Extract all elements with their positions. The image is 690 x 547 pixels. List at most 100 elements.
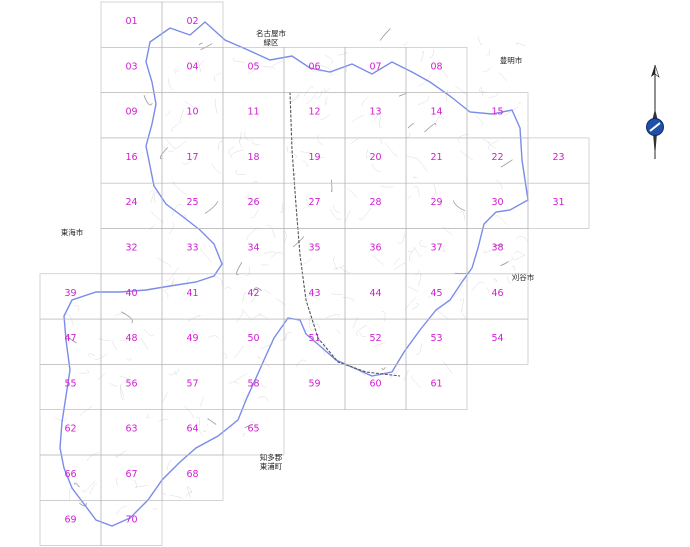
tile-number-49[interactable]: 49 — [186, 333, 198, 344]
tile-number-27[interactable]: 27 — [308, 197, 320, 208]
road-segment — [202, 430, 207, 432]
tile-number-14[interactable]: 14 — [430, 107, 442, 118]
tile-number-05[interactable]: 05 — [247, 61, 259, 72]
tile-number-43[interactable]: 43 — [308, 288, 320, 299]
road-segment — [235, 169, 246, 175]
tile-number-60[interactable]: 60 — [369, 378, 381, 389]
tile-number-15[interactable]: 15 — [491, 107, 503, 118]
tile-number-61[interactable]: 61 — [430, 378, 442, 389]
road-segment — [242, 292, 246, 303]
tile-number-26[interactable]: 26 — [247, 197, 259, 208]
road-segment — [121, 311, 133, 324]
label-tokai: 東海市 — [61, 227, 84, 237]
tile-number-40[interactable]: 40 — [125, 288, 137, 299]
road-segment — [245, 266, 250, 276]
tile-number-50[interactable]: 50 — [247, 333, 259, 344]
tile-number-63[interactable]: 63 — [125, 424, 137, 435]
tile-number-45[interactable]: 45 — [430, 288, 442, 299]
tile-number-08[interactable]: 08 — [430, 61, 442, 72]
tile-number-39[interactable]: 39 — [64, 288, 76, 299]
tile-number-22[interactable]: 22 — [491, 152, 503, 163]
tile-number-11[interactable]: 11 — [247, 107, 259, 118]
road-segment — [347, 188, 357, 198]
tile-number-69[interactable]: 69 — [64, 514, 76, 525]
road-segment — [361, 96, 368, 106]
tile-number-18[interactable]: 18 — [247, 152, 259, 163]
tile-number-03[interactable]: 03 — [125, 61, 137, 72]
tile-number-56[interactable]: 56 — [125, 378, 137, 389]
road-segment — [379, 139, 382, 144]
tile-number-30[interactable]: 30 — [491, 197, 503, 208]
tile-number-53[interactable]: 53 — [430, 333, 442, 344]
road-segment — [434, 116, 444, 127]
road-segment — [411, 375, 422, 388]
tile-number-44[interactable]: 44 — [369, 288, 381, 299]
road-segment — [488, 92, 499, 99]
tile-number-66[interactable]: 66 — [64, 469, 76, 480]
tile-number-57[interactable]: 57 — [186, 378, 198, 389]
road-segment — [213, 274, 223, 286]
road-segment — [79, 405, 93, 417]
tile-number-70[interactable]: 70 — [125, 514, 137, 525]
road-segment — [446, 89, 448, 102]
tile-number-42[interactable]: 42 — [247, 288, 259, 299]
tile-number-12[interactable]: 12 — [308, 107, 320, 118]
tile-number-68[interactable]: 68 — [186, 469, 198, 480]
tile-number-31[interactable]: 31 — [552, 197, 564, 208]
road-segment — [174, 140, 186, 149]
tile-number-46[interactable]: 46 — [491, 288, 503, 299]
tile-number-58[interactable]: 58 — [247, 378, 259, 389]
tile-number-23[interactable]: 23 — [552, 152, 564, 163]
tile-number-62[interactable]: 62 — [64, 424, 76, 435]
tile-number-54[interactable]: 54 — [491, 333, 503, 344]
road-segment — [266, 224, 276, 238]
tile-number-67[interactable]: 67 — [125, 469, 137, 480]
tile-number-47[interactable]: 47 — [64, 333, 76, 344]
tile-number-33[interactable]: 33 — [186, 243, 198, 254]
road-segment — [82, 480, 96, 493]
road-segment — [330, 293, 343, 295]
road-segment — [429, 48, 434, 58]
road-segment — [73, 305, 80, 312]
tile-number-28[interactable]: 28 — [369, 197, 381, 208]
tile-number-04[interactable]: 04 — [186, 61, 198, 72]
tile-number-29[interactable]: 29 — [430, 197, 442, 208]
tile-number-41[interactable]: 41 — [186, 288, 198, 299]
tile-number-35[interactable]: 35 — [308, 243, 320, 254]
tile-number-21[interactable]: 21 — [430, 152, 442, 163]
tile-number-37[interactable]: 37 — [430, 243, 442, 254]
tile-number-64[interactable]: 64 — [186, 424, 198, 435]
tile-number-19[interactable]: 19 — [308, 152, 320, 163]
tile-number-32[interactable]: 32 — [125, 243, 137, 254]
tile-number-55[interactable]: 55 — [64, 378, 76, 389]
tile-number-20[interactable]: 20 — [369, 152, 381, 163]
tile-number-17[interactable]: 17 — [186, 152, 198, 163]
road-segment — [303, 86, 313, 97]
tile-number-10[interactable]: 10 — [186, 107, 198, 118]
tile-number-24[interactable]: 24 — [125, 197, 137, 208]
tile-number-16[interactable]: 16 — [125, 152, 137, 163]
tile-number-48[interactable]: 48 — [125, 333, 137, 344]
road-segment — [74, 482, 80, 488]
road-segment — [512, 254, 525, 260]
tile-number-01[interactable]: 01 — [125, 16, 137, 27]
tile-number-51[interactable]: 51 — [308, 333, 320, 344]
road-segment — [443, 361, 453, 374]
tile-number-06[interactable]: 06 — [308, 61, 320, 72]
tile-number-02[interactable]: 02 — [186, 16, 198, 27]
tile-number-09[interactable]: 09 — [125, 107, 137, 118]
road-segment — [404, 296, 417, 310]
tile-number-34[interactable]: 34 — [247, 243, 259, 254]
road-segment — [393, 262, 406, 271]
road-segment — [199, 248, 211, 262]
tile-number-38[interactable]: 38 — [491, 243, 503, 254]
tile-number-25[interactable]: 25 — [186, 197, 198, 208]
tile-number-36[interactable]: 36 — [369, 243, 381, 254]
road-segment — [407, 123, 415, 129]
tile-number-65[interactable]: 65 — [247, 424, 259, 435]
tile-number-52[interactable]: 52 — [369, 333, 381, 344]
road-segment — [158, 418, 168, 422]
tile-number-59[interactable]: 59 — [308, 378, 320, 389]
tile-number-13[interactable]: 13 — [369, 107, 381, 118]
tile-number-07[interactable]: 07 — [369, 61, 381, 72]
